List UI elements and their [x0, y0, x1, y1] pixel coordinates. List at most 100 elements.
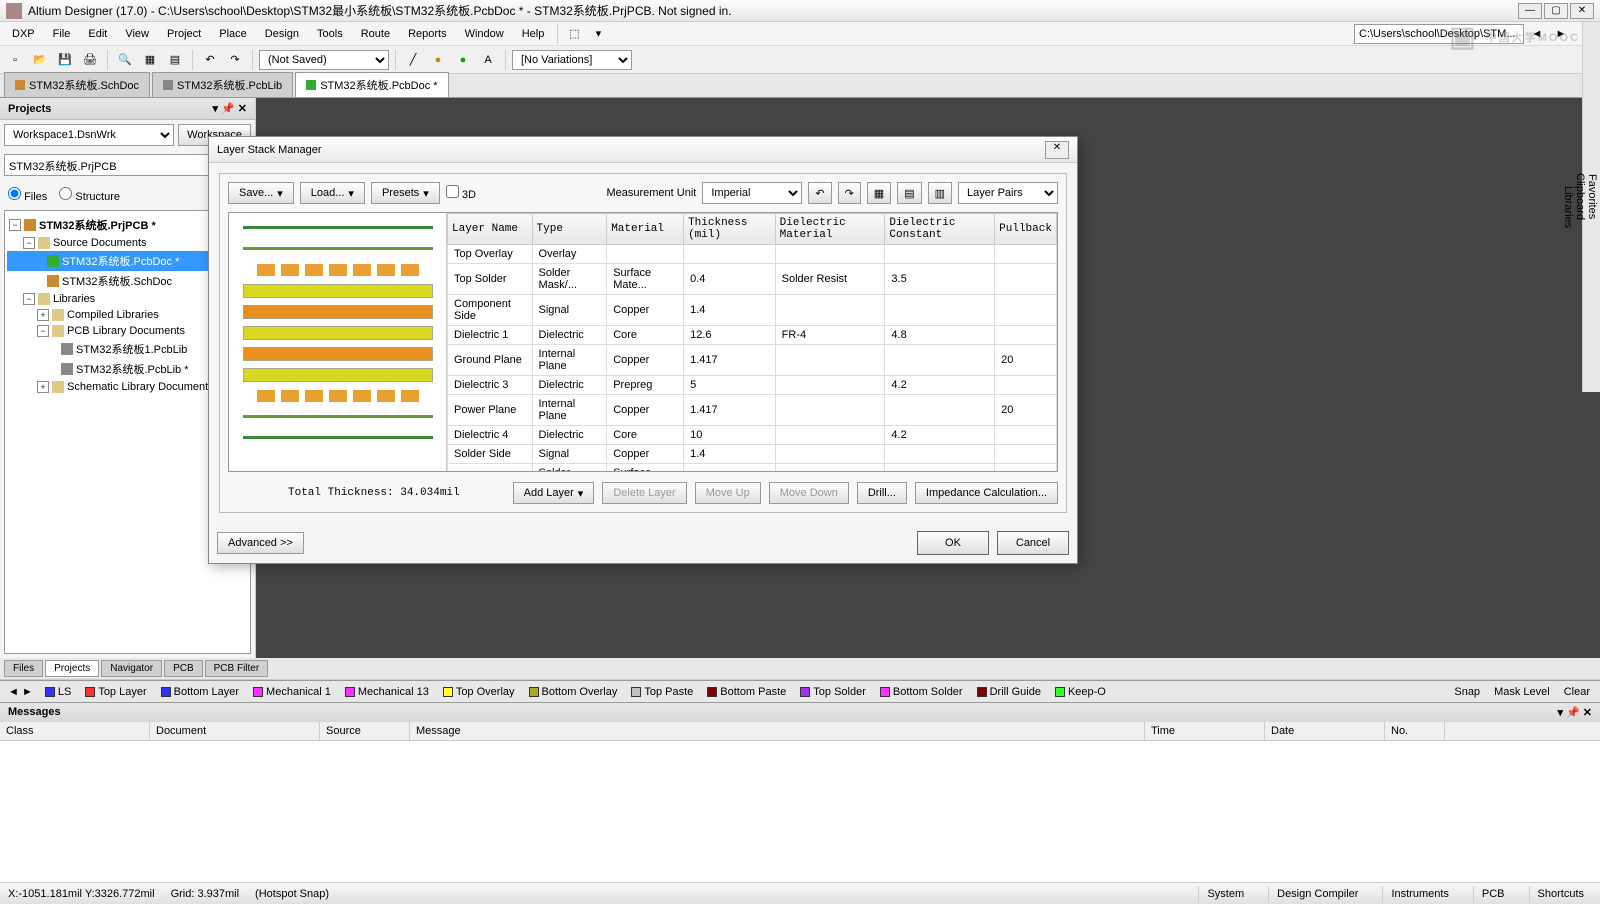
layer-tab[interactable]: Bottom Overlay	[523, 684, 624, 700]
menu-view[interactable]: View	[117, 25, 157, 43]
status-pcb[interactable]: PCB	[1473, 886, 1513, 902]
layer-tab[interactable]: Keep-O	[1049, 684, 1112, 700]
status-shortcuts[interactable]: Shortcuts	[1529, 886, 1592, 902]
layer-tab[interactable]: Top Overlay	[437, 684, 521, 700]
text-icon[interactable]: A	[477, 49, 499, 71]
msg-col-header[interactable]: Source	[320, 722, 410, 740]
layer-tab[interactable]: Mechanical 13	[339, 684, 435, 700]
table-row[interactable]: Component SideSignalCopper1.4	[448, 295, 1057, 326]
expand-icon[interactable]: −	[37, 325, 49, 337]
menu-file[interactable]: File	[45, 25, 79, 43]
meas-unit-select[interactable]: Imperial	[702, 182, 802, 204]
workspace-select[interactable]: Workspace1.DsnWrk	[4, 124, 174, 146]
route-icon[interactable]: ╱	[402, 49, 424, 71]
print-icon[interactable]: 🖨	[79, 49, 101, 71]
tab-files[interactable]: Files	[4, 660, 43, 677]
table-row[interactable]: Top OverlayOverlay	[448, 245, 1057, 264]
table-row[interactable]: Dielectric 3DielectricPrepreg54.2	[448, 376, 1057, 395]
table-row[interactable]: Power PlaneInternal PlaneCopper1.41720	[448, 395, 1057, 426]
layer-tab[interactable]: Mechanical 1	[247, 684, 337, 700]
via-icon[interactable]: ●	[427, 49, 449, 71]
maximize-button[interactable]: ▢	[1544, 3, 1568, 19]
msg-col-header[interactable]: Date	[1265, 722, 1385, 740]
table-row[interactable]: Dielectric 1DielectricCore12.6FR-44.8	[448, 326, 1057, 345]
layer-tab[interactable]: Top Solder	[794, 684, 872, 700]
messages-body[interactable]	[0, 741, 1600, 882]
3d-icon[interactable]: ▦	[139, 49, 161, 71]
impedance-button[interactable]: Impedance Calculation...	[915, 482, 1058, 504]
layer-tab-extra[interactable]: Clear	[1558, 684, 1596, 700]
menu-route[interactable]: Route	[353, 25, 398, 43]
msg-col-header[interactable]: Class	[0, 722, 150, 740]
undo-icon[interactable]: ↶	[808, 182, 831, 204]
load-button[interactable]: Load... ▾	[300, 182, 365, 204]
layer-tab[interactable]: Bottom Solder	[874, 684, 969, 700]
tool-dropdown-icon[interactable]: ▾	[587, 23, 609, 45]
dialog-close-button[interactable]: ✕	[1045, 141, 1069, 159]
save-button[interactable]: Save... ▾	[228, 182, 294, 204]
zoom-icon[interactable]: 🔍	[114, 49, 136, 71]
layer-icon[interactable]: ▤	[164, 49, 186, 71]
pad-icon[interactable]: ●	[452, 49, 474, 71]
layer-tab[interactable]: Bottom Layer	[155, 684, 245, 700]
new-icon[interactable]: ▫	[4, 49, 26, 71]
redo-icon[interactable]: ↷	[224, 49, 246, 71]
layer-tab[interactable]: Bottom Paste	[701, 684, 792, 700]
layer-tab[interactable]: LS	[39, 684, 77, 700]
doctab-pcbdoc[interactable]: STM32系统板.PcbDoc *	[295, 72, 448, 97]
tab-navigator[interactable]: Navigator	[101, 660, 162, 677]
expand-icon[interactable]: +	[37, 309, 49, 321]
expand-icon[interactable]: +	[37, 381, 49, 393]
saved-state-select[interactable]: (Not Saved)	[259, 50, 389, 70]
col-header[interactable]: Dielectric Constant	[885, 214, 995, 245]
layer-pairs-select[interactable]: Layer Pairs	[958, 182, 1058, 204]
variations-select[interactable]: [No Variations]	[512, 50, 632, 70]
radio-structure[interactable]: Structure	[59, 187, 120, 203]
tool-icon[interactable]: ▦	[867, 182, 891, 204]
layer-tab[interactable]: Drill Guide	[971, 684, 1047, 700]
menu-place[interactable]: Place	[211, 25, 255, 43]
table-row[interactable]: Ground PlaneInternal PlaneCopper1.41720	[448, 345, 1057, 376]
move-down-button[interactable]: Move Down	[769, 482, 849, 504]
expand-icon[interactable]: −	[9, 219, 21, 231]
status-system[interactable]: System	[1198, 886, 1252, 902]
table-row[interactable]: Dielectric 4DielectricCore104.2	[448, 426, 1057, 445]
dialog-titlebar[interactable]: Layer Stack Manager ✕	[209, 137, 1077, 163]
layer-tab-extra[interactable]: Mask Level	[1488, 684, 1556, 700]
menu-design[interactable]: Design	[257, 25, 307, 43]
col-header[interactable]: Layer Name	[448, 214, 533, 245]
col-header[interactable]: Type	[532, 214, 607, 245]
status-design-compiler[interactable]: Design Compiler	[1268, 886, 1366, 902]
msg-col-header[interactable]: Document	[150, 722, 320, 740]
doctab-pcblib[interactable]: STM32系统板.PcbLib	[152, 72, 293, 97]
menu-dxp[interactable]: DXP	[4, 25, 43, 43]
table-row[interactable]: Solder SideSignalCopper1.4	[448, 445, 1057, 464]
minimize-button[interactable]: —	[1518, 3, 1542, 19]
tab-pcbfilter[interactable]: PCB Filter	[205, 660, 269, 677]
menu-project[interactable]: Project	[159, 25, 209, 43]
tool-icon[interactable]: ▥	[928, 182, 952, 204]
menu-window[interactable]: Window	[457, 25, 512, 43]
tab-pcb[interactable]: PCB	[164, 660, 203, 677]
status-instruments[interactable]: Instruments	[1382, 886, 1456, 902]
delete-layer-button[interactable]: Delete Layer	[602, 482, 686, 504]
menu-reports[interactable]: Reports	[400, 25, 455, 43]
col-header[interactable]: Material	[607, 214, 684, 245]
expand-icon[interactable]: −	[23, 237, 35, 249]
redo-icon[interactable]: ↷	[838, 182, 861, 204]
save-icon[interactable]: 💾	[54, 49, 76, 71]
expand-icon[interactable]: −	[23, 293, 35, 305]
close-button[interactable]: ✕	[1570, 3, 1594, 19]
doctab-schdoc[interactable]: STM32系统板.SchDoc	[4, 72, 150, 97]
presets-button[interactable]: Presets ▾	[371, 182, 440, 204]
tool-icon[interactable]: ▤	[897, 182, 921, 204]
radio-files[interactable]: Files	[8, 187, 47, 203]
panel-pin-icon[interactable]: ▾ 📌 ✕	[212, 103, 247, 115]
menu-edit[interactable]: Edit	[80, 25, 115, 43]
stack-table[interactable]: Layer NameTypeMaterialThickness (mil)Die…	[447, 213, 1057, 471]
messages-controls[interactable]: ▾ 📌 ✕	[1557, 706, 1592, 719]
advanced-button[interactable]: Advanced >>	[217, 532, 304, 554]
move-up-button[interactable]: Move Up	[695, 482, 761, 504]
col-header[interactable]: Pullback	[995, 214, 1057, 245]
ok-button[interactable]: OK	[917, 531, 989, 555]
